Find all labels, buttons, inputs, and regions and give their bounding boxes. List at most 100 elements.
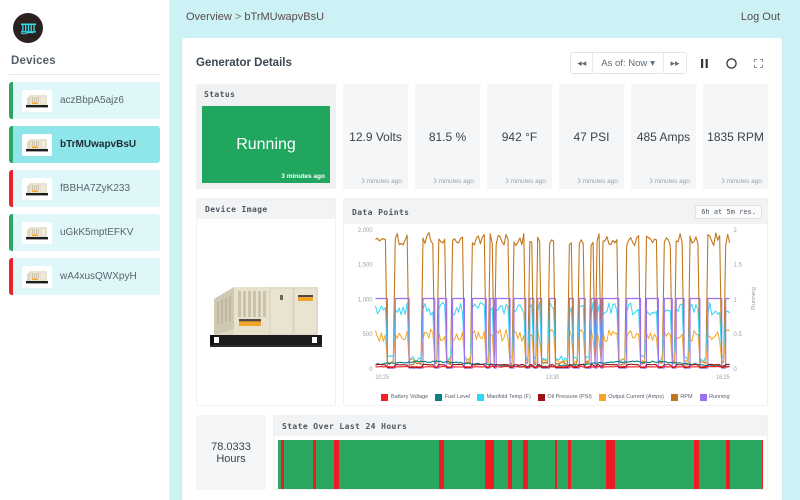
device-list-item-label: bTrMUwapvBsU — [60, 139, 137, 150]
state-bar — [512, 440, 524, 489]
chart-legend: Battery Voltage Fuel Level Manifold Temp (… — [344, 391, 767, 403]
expand-icon[interactable] — [748, 53, 768, 73]
device-list-item-label: uGkK5mptEFKV — [60, 227, 134, 238]
details-panel: Generator Details ◂◂ As of: Now ▾ ▸▸ Sta… — [182, 38, 782, 500]
device-list-item[interactable]: aczBbpA5ajz6 — [9, 82, 160, 119]
run-hours-card: 78.0333 Hours — [196, 415, 266, 490]
breadcrumb-root[interactable]: Overview — [186, 11, 232, 23]
svg-text:500: 500 — [363, 331, 373, 338]
state-bar — [444, 440, 454, 489]
generator-photo — [197, 221, 335, 405]
state-bar — [586, 440, 596, 489]
device-thumbnail-icon — [22, 221, 52, 244]
state-bar — [659, 440, 674, 489]
state-bar — [698, 440, 713, 489]
metric-card: 47 PSI 3 minutes ago — [559, 84, 624, 189]
device-list-item-label: wA4xusQWXpyH — [60, 271, 137, 282]
sidebar-heading: Devices — [11, 55, 56, 67]
device-list-item[interactable]: uGkK5mptEFKV — [9, 214, 160, 251]
status-timestamp: 3 minutes ago — [281, 173, 325, 180]
app-root: Devices aczBbpA5ajz6 bTrMUwapvBsU fBBHA7Zy… — [0, 0, 800, 500]
device-status-indicator — [9, 170, 13, 207]
state-bar — [641, 440, 656, 489]
legend-swatch — [477, 393, 485, 401]
state-bar — [388, 440, 398, 489]
metric-cards: 12.9 Volts 3 minutes ago 81.5 % 3 minutes a… — [343, 84, 768, 189]
device-thumbnail-icon — [22, 265, 52, 288]
metric-value: 47 PSI — [573, 129, 610, 144]
metric-timestamp: 3 minutes ago — [577, 178, 618, 185]
legend-swatch — [537, 393, 545, 401]
rewind-button[interactable]: ◂◂ — [571, 53, 594, 73]
state-history-strip[interactable] — [278, 440, 763, 489]
state-bar — [297, 440, 307, 489]
brand-logo[interactable] — [9, 10, 160, 51]
svg-text:0: 0 — [369, 365, 373, 372]
legend-item[interactable]: Oil Pressure (PSI) — [537, 393, 592, 401]
breadcrumb-separator: > — [234, 11, 242, 23]
svg-text:1,500: 1,500 — [358, 261, 373, 268]
state-bar — [453, 440, 468, 489]
device-thumbnail-icon — [22, 177, 52, 200]
legend-item[interactable]: Battery Voltage — [381, 393, 429, 401]
as-of-label: As of: Now — [601, 57, 648, 69]
legend-label: Running — [709, 394, 730, 400]
middle-row: Device Image Data Points 6h at 5m res. 0… — [196, 198, 768, 406]
svg-text:0.5: 0.5 — [734, 331, 743, 338]
as-of-dropdown[interactable]: As of: Now ▾ — [593, 53, 664, 73]
state-bar — [494, 440, 509, 489]
run-hours-value: 78.0333 — [211, 440, 251, 453]
top-bar: Overview > bTrMUwapvBsU Log Out — [170, 0, 800, 34]
legend-item[interactable]: Output Current (Amps) — [598, 393, 664, 401]
device-status-indicator — [9, 258, 13, 295]
state-bar — [595, 440, 606, 489]
chart-plot-area[interactable]: 0 500 1,000 1,500 2,000 0 0.5 1 1.5 2 Running 10:25… — [344, 220, 767, 405]
resolution-button[interactable]: 6h at 5m res. — [695, 205, 762, 219]
pause-icon[interactable] — [694, 53, 714, 73]
legend-label: Manifold Temp (F) — [486, 394, 531, 400]
state-bar — [352, 440, 367, 489]
legend-label: Battery Voltage — [390, 394, 429, 400]
data-points-title: Data Points — [352, 207, 410, 217]
page-title: Generator Details — [196, 57, 292, 69]
state-bar — [366, 440, 374, 489]
device-list-item[interactable]: wA4xusQWXpyH — [9, 258, 160, 295]
run-hours-unit: Hours — [216, 452, 246, 465]
legend-item[interactable]: Fuel Level — [435, 393, 470, 401]
forward-button[interactable]: ▸▸ — [664, 53, 686, 73]
svg-text:2,000: 2,000 — [358, 226, 373, 233]
status-badge: Running 3 minutes ago — [202, 106, 330, 183]
device-list-item-label: aczBbpA5ajz6 — [60, 95, 124, 106]
device-list-item[interactable]: bTrMUwapvBsU — [9, 126, 160, 163]
svg-text:2: 2 — [734, 226, 738, 233]
legend-label: RPM — [680, 394, 693, 400]
state-bar — [535, 440, 550, 489]
legend-label: Oil Pressure (PSI) — [547, 394, 592, 400]
legend-item[interactable]: Running — [699, 393, 730, 401]
device-list-item[interactable]: fBBHA7ZyK233 — [9, 170, 160, 207]
bottom-row: 78.0333 Hours State Over Last 24 Hours — [196, 415, 768, 490]
metric-timestamp: 3 minutes ago — [721, 178, 762, 185]
state-history-header: State Over Last 24 Hours — [274, 416, 767, 436]
circle-icon[interactable] — [721, 53, 741, 73]
dam-logo-icon — [13, 13, 43, 43]
metric-card-row: Status Running 3 minutes ago 12.9 Volts 3… — [196, 84, 768, 189]
svg-text:16:25: 16:25 — [716, 375, 730, 381]
metric-timestamp: 3 minutes ago — [361, 178, 402, 185]
device-image-header: Device Image — [197, 199, 335, 219]
device-image-card: Device Image — [196, 198, 336, 406]
legend-item[interactable]: Manifold Temp (F) — [477, 393, 531, 401]
state-bar — [528, 440, 536, 489]
metric-card: 81.5 % 3 minutes ago — [415, 84, 480, 189]
sidebar: Devices aczBbpA5ajz6 bTrMUwapvBsU fBBHA7Zy… — [0, 0, 170, 500]
logout-link[interactable]: Log Out — [741, 11, 780, 23]
state-bar — [467, 440, 475, 489]
time-toolbar: ◂◂ As of: Now ▾ ▸▸ — [570, 52, 768, 74]
device-status-indicator — [9, 214, 13, 251]
legend-swatch — [699, 393, 707, 401]
state-bar — [344, 440, 353, 489]
legend-item[interactable]: RPM — [670, 393, 693, 401]
state-bar — [324, 440, 334, 489]
svg-text:1: 1 — [734, 296, 738, 303]
metric-card: 12.9 Volts 3 minutes ago — [343, 84, 408, 189]
